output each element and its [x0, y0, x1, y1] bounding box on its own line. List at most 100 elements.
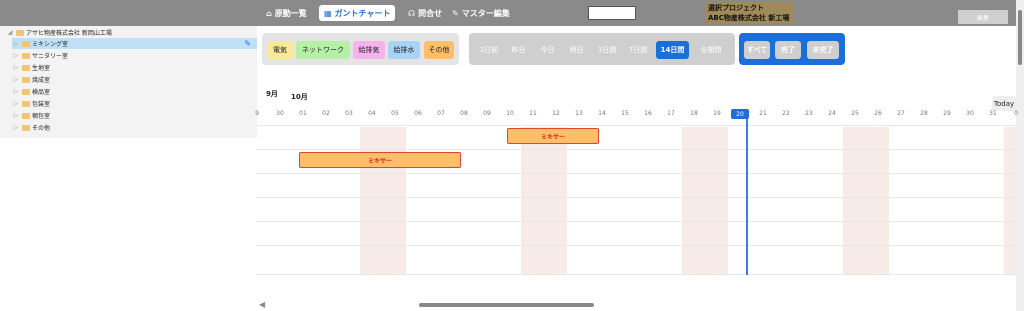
day-label: 29 — [943, 110, 951, 117]
filter-electric[interactable]: 電気 — [267, 41, 293, 59]
period-14days[interactable]: 14日間 — [656, 41, 689, 59]
day-label: 05 — [391, 110, 399, 117]
day-label: 01 — [299, 110, 307, 117]
tree-root[interactable]: ◢ アサヒ物産株式会社 新岡山工場 — [6, 27, 112, 38]
day-label: 10 — [506, 110, 514, 117]
chevron-down-icon[interactable]: ◢ — [6, 29, 14, 36]
home-icon: ⌂ — [266, 8, 272, 18]
chevron-right-icon[interactable]: ▷ — [12, 124, 20, 131]
folder-icon — [22, 76, 30, 83]
selected-project[interactable]: 選択プロジェクト ABC物産株式会社 新工場 — [705, 2, 793, 24]
month-label-oct: 10月 — [291, 93, 308, 101]
day-label: 22 — [782, 110, 790, 117]
filter-air[interactable]: 給排気 — [353, 41, 385, 59]
tree-item-dough[interactable]: ▷ 生地室 — [12, 62, 50, 73]
nav-item-master-edit[interactable]: ✎ マスター編集 — [452, 5, 510, 21]
edit-doc-icon: ✎ — [452, 8, 459, 18]
nav-item-gantt[interactable]: ▦ ガントチャート — [319, 5, 396, 21]
period-today[interactable]: 今日 — [535, 41, 560, 59]
vertical-scrollbar[interactable] — [1016, 0, 1024, 311]
task-bar-mixer-2[interactable]: ミキサー — [299, 152, 461, 168]
today-date-badge: 20 — [731, 109, 749, 119]
folder-icon — [22, 64, 30, 71]
top-nav-bar: ⌂ 原動一覧 ▦ ガントチャート ☊ 問合せ ✎ マスター編集 👤 選択プロジェ… — [0, 0, 1016, 26]
task-bar-mixer-1[interactable]: ミキサー — [507, 128, 599, 144]
nav-item-list[interactable]: ⌂ 原動一覧 — [266, 5, 307, 21]
tree-item-packaging[interactable]: ▷ 包装室 — [12, 98, 50, 109]
folder-icon — [22, 52, 30, 59]
tree-item-baking[interactable]: ▷ 焼成室 — [12, 74, 50, 85]
chevron-right-icon[interactable]: ▷ — [12, 40, 20, 47]
chevron-right-icon[interactable]: ▷ — [12, 64, 20, 71]
chevron-right-icon[interactable]: ▷ — [12, 88, 20, 95]
period-filter-group: 3日前 昨日 今日 明日 3日間 7日間 14日間 全期間 — [469, 33, 735, 65]
status-undone[interactable]: 未完了 — [807, 41, 839, 59]
tree-item-other[interactable]: ▷ その他 — [12, 122, 50, 133]
today-marker-line — [746, 119, 748, 275]
filter-other[interactable]: その他 — [424, 41, 454, 59]
period-3days[interactable]: 3日間 — [593, 41, 621, 59]
period-tomorrow[interactable]: 明日 — [564, 41, 589, 59]
status-all[interactable]: すべて — [744, 41, 770, 59]
user-name-box[interactable] — [588, 6, 636, 20]
horizontal-scrollbar[interactable]: ◀ — [257, 300, 1016, 311]
tree-item-crating[interactable]: ▷ 梱包室 — [12, 110, 50, 121]
day-label: 23 — [805, 110, 813, 117]
tree-item-inspection[interactable]: ▷ 検品室 — [12, 86, 50, 97]
day-label: 26 — [874, 110, 882, 117]
day-label: 9 — [255, 110, 259, 117]
month-label-sep: 9月 — [266, 90, 278, 98]
scroll-left-icon[interactable]: ◀ — [259, 300, 265, 309]
filter-water[interactable]: 給排水 — [388, 41, 420, 59]
folder-icon — [16, 29, 24, 36]
day-label: 14 — [598, 110, 606, 117]
day-label: 28 — [920, 110, 928, 117]
folder-icon — [22, 112, 30, 119]
period-all[interactable]: 全期間 — [694, 41, 728, 59]
folder-icon — [22, 88, 30, 95]
day-label: 04 — [368, 110, 376, 117]
headset-icon: ☊ — [408, 8, 416, 18]
day-label: 08 — [460, 110, 468, 117]
day-label: 13 — [575, 110, 583, 117]
day-label: 31 — [989, 110, 997, 117]
tree-item-sanitary[interactable]: ▷ サニタリー室 — [12, 50, 68, 61]
status-done[interactable]: 完了 — [775, 41, 801, 59]
day-label: 11 — [529, 110, 537, 117]
day-label: 06 — [414, 110, 422, 117]
day-label: 16 — [644, 110, 652, 117]
day-label: 0 — [1014, 110, 1018, 117]
period-yesterday[interactable]: 昨日 — [506, 41, 531, 59]
day-label: 25 — [851, 110, 859, 117]
day-label: 27 — [897, 110, 905, 117]
folder-icon — [22, 100, 30, 107]
nav-item-inquiry[interactable]: ☊ 問合せ — [408, 5, 442, 21]
period-7days[interactable]: 7日間 — [624, 41, 652, 59]
chevron-right-icon[interactable]: ▷ — [12, 112, 20, 119]
chevron-right-icon[interactable]: ▷ — [12, 52, 20, 59]
day-label: 09 — [483, 110, 491, 117]
day-label: 30 — [966, 110, 974, 117]
chevron-right-icon[interactable]: ▷ — [12, 76, 20, 83]
day-label: 17 — [667, 110, 675, 117]
day-label: 18 — [690, 110, 698, 117]
today-button[interactable]: Today — [992, 96, 1016, 111]
pencil-icon[interactable]: ✎ — [244, 39, 251, 48]
period-3days-ago[interactable]: 3日前 — [475, 41, 503, 59]
day-label: 02 — [322, 110, 330, 117]
tree-item-mixing[interactable]: ▷ ミキシング室 ✎ — [12, 38, 257, 49]
folder-icon — [22, 40, 30, 47]
day-label: 30 — [276, 110, 284, 117]
day-label: 12 — [552, 110, 560, 117]
folder-icon — [22, 124, 30, 131]
status-filter-group: すべて 完了 未完了 — [739, 33, 845, 65]
chevron-right-icon[interactable]: ▷ — [12, 100, 20, 107]
day-label: 03 — [345, 110, 353, 117]
category-filter-group: 電気 ネットワーク 給排気 給排水 その他 — [262, 33, 459, 65]
day-label: 19 — [713, 110, 721, 117]
calendar-icon: ▦ — [324, 8, 332, 18]
day-label: 15 — [621, 110, 629, 117]
location-tree: ◢ アサヒ物産株式会社 新岡山工場 ▷ ミキシング室 ✎ ▷ サニタリー室 ▷ … — [0, 26, 257, 138]
filter-network[interactable]: ネットワーク — [296, 41, 350, 59]
edit-button[interactable]: 編集 — [958, 10, 1008, 24]
